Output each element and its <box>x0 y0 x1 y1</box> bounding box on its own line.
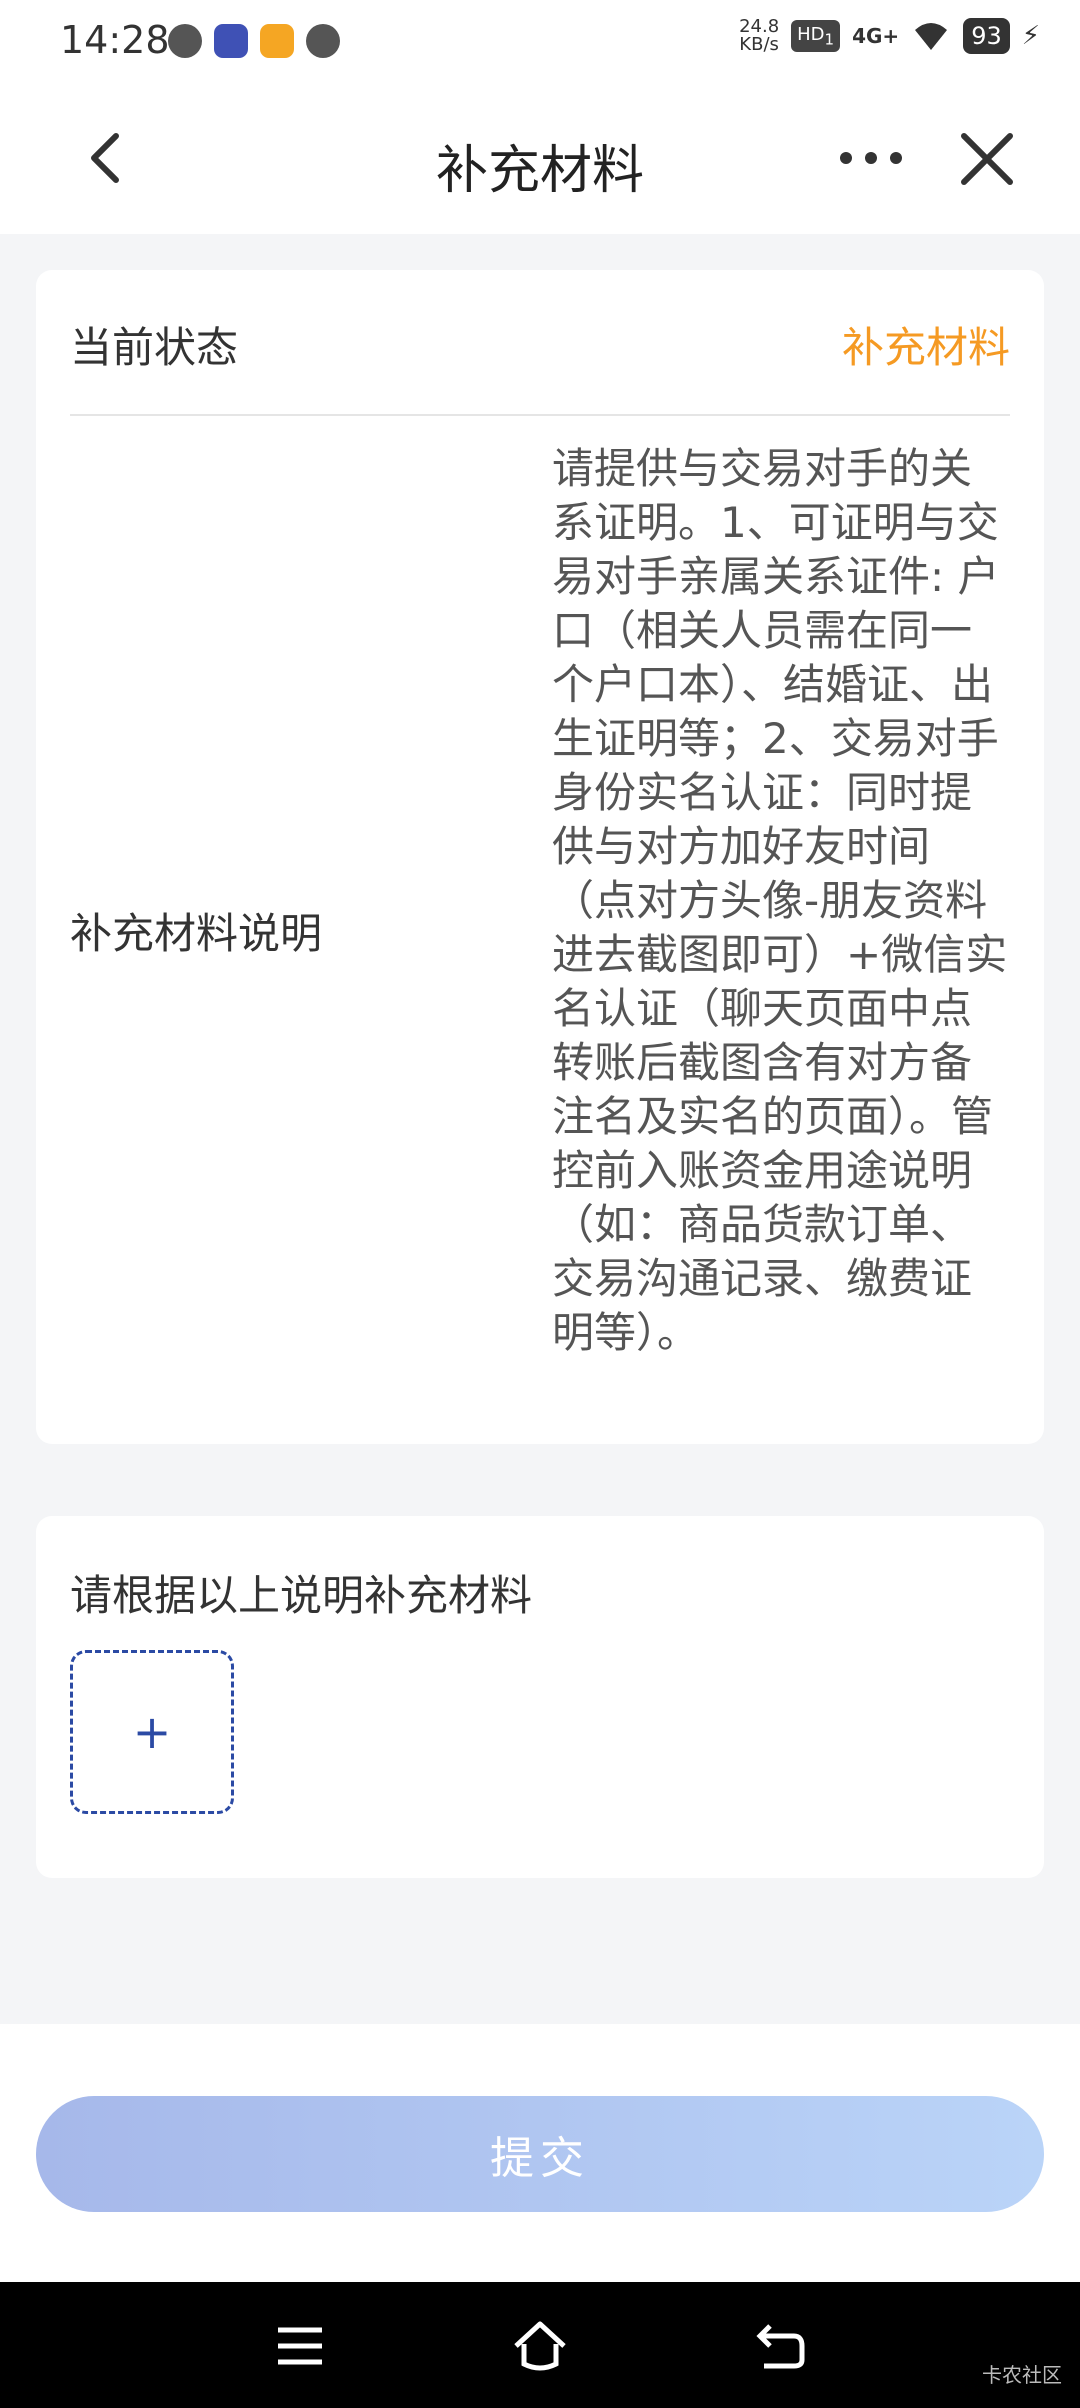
menu-icon[interactable] <box>270 2316 330 2376</box>
status-label: 当前状态 <box>70 323 239 372</box>
speed-unit: KB/s <box>739 34 779 55</box>
plus-icon: + <box>132 1705 172 1759</box>
close-icon[interactable] <box>958 130 1016 188</box>
hd-label: HD <box>797 23 825 45</box>
signal-icon: 4G+ <box>852 24 900 48</box>
battery-icon: 93 <box>963 18 1010 54</box>
weibo-icon <box>260 24 294 58</box>
tieba-icon <box>214 24 248 58</box>
bottom-area: 提交 <box>0 2024 1080 2282</box>
description-text: 请提供与交易对手的关系证明。1、可证明与交易对手亲属关系证件: 户口（相关人员需… <box>552 444 1008 1357</box>
status-value: 补充材料 <box>841 323 1010 372</box>
status-row: 当前状态 补充材料 <box>70 270 1010 416</box>
description-label: 补充材料说明 <box>70 909 323 958</box>
app-notification-icon <box>168 24 202 58</box>
network-speed: 24.8 KB/s <box>739 18 779 54</box>
status-right: 24.8 KB/s HD1 4G+ 93 ⚡ <box>739 18 1040 54</box>
charging-icon: ⚡ <box>1021 21 1040 51</box>
submit-button[interactable]: 提交 <box>36 2096 1044 2212</box>
upload-title: 请根据以上说明补充材料 <box>70 1571 533 1620</box>
add-image-button[interactable]: + <box>70 1650 234 1814</box>
upload-card: 请根据以上说明补充材料 + <box>36 1516 1044 1878</box>
status-time: 14:28 <box>60 18 170 62</box>
hd-icon: HD1 <box>791 19 841 53</box>
watermark: 卡农社区 <box>982 2363 1062 2387</box>
nav-bar: 补充材料 <box>0 82 1080 234</box>
home-icon[interactable] <box>510 2316 570 2376</box>
message-icon <box>306 24 340 58</box>
page-title: 补充材料 <box>435 141 644 201</box>
notification-icons <box>168 24 340 58</box>
status-bar: 14:28 24.8 KB/s HD1 4G+ 93 ⚡ <box>0 0 1080 82</box>
more-icon[interactable] <box>836 138 906 178</box>
status-card: 当前状态 补充材料 补充材料说明 请提供与交易对手的关系证明。1、可证明与交易对… <box>36 270 1044 1444</box>
back-icon[interactable] <box>750 2316 810 2376</box>
hd-sub: 1 <box>824 30 835 49</box>
wifi-icon <box>915 23 948 50</box>
system-nav-bar: 卡农社区 <box>0 2282 1080 2408</box>
